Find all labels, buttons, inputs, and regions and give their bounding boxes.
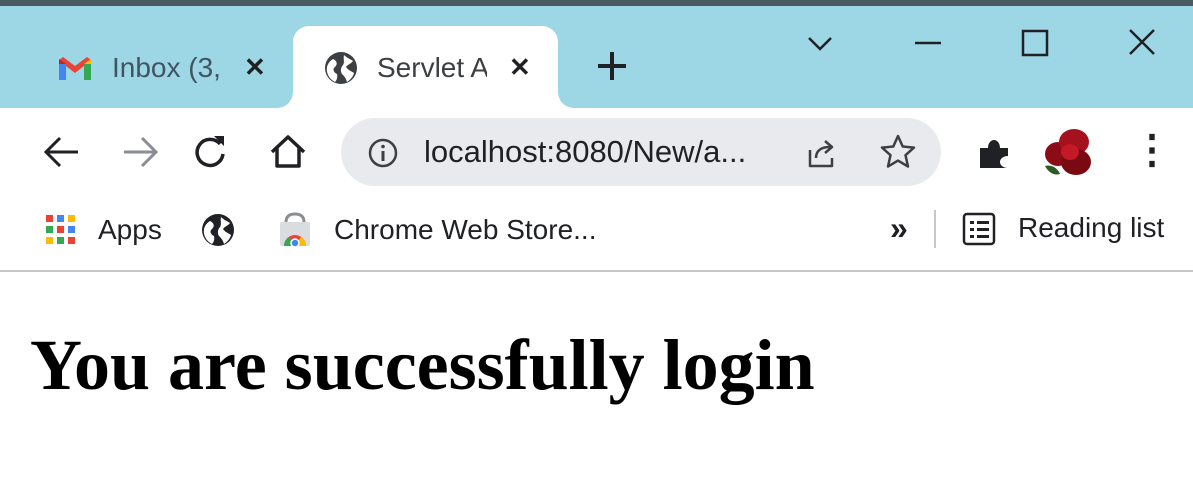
tab-search-button[interactable] bbox=[795, 24, 845, 64]
reload-icon bbox=[195, 136, 225, 168]
chrome-web-store-icon bbox=[280, 212, 310, 248]
back-button[interactable] bbox=[38, 128, 86, 176]
more-menu-icon[interactable]: ⋮ bbox=[1132, 130, 1172, 170]
minimize-icon bbox=[915, 41, 941, 45]
tab-servlet[interactable]: Servlet A ✕ bbox=[293, 26, 558, 108]
close-icon bbox=[1129, 29, 1155, 55]
reading-list-icon bbox=[962, 212, 996, 246]
minimize-button[interactable] bbox=[903, 24, 953, 64]
maximize-icon bbox=[1021, 29, 1049, 57]
bookmark-label: Apps bbox=[98, 214, 162, 245]
arrow-right-icon bbox=[124, 136, 159, 168]
plus-icon bbox=[598, 52, 626, 80]
globe-icon bbox=[325, 52, 357, 84]
forward-button[interactable] bbox=[116, 128, 164, 176]
tab-title: Inbox (3, bbox=[112, 52, 221, 83]
info-icon[interactable] bbox=[366, 136, 400, 170]
extensions-icon[interactable] bbox=[974, 134, 1014, 174]
page-heading: You are successfully login bbox=[30, 325, 815, 405]
reload-button[interactable] bbox=[186, 128, 234, 176]
gmail-icon bbox=[59, 57, 91, 80]
reading-list-label: Reading list bbox=[1018, 212, 1165, 243]
chevron-down-icon bbox=[808, 37, 832, 51]
arrow-left-icon bbox=[43, 136, 78, 168]
star-icon[interactable] bbox=[878, 132, 918, 172]
new-tab-button[interactable] bbox=[592, 46, 632, 86]
bookmarks-bar bbox=[0, 198, 1193, 272]
bookmark-label: Chrome Web Store... bbox=[334, 214, 597, 245]
home-icon bbox=[270, 135, 306, 168]
tab-inbox[interactable]: Inbox (3, ✕ bbox=[40, 26, 285, 108]
maximize-button[interactable] bbox=[1010, 24, 1060, 64]
url-text[interactable]: localhost:8080/New/a... bbox=[424, 134, 746, 170]
globe-icon[interactable] bbox=[200, 212, 236, 248]
close-window-button[interactable] bbox=[1118, 24, 1168, 64]
close-tab-icon[interactable]: ✕ bbox=[244, 54, 266, 80]
share-icon[interactable] bbox=[802, 134, 840, 172]
bookmarks-overflow-button[interactable]: » bbox=[890, 210, 908, 247]
close-tab-icon[interactable]: ✕ bbox=[509, 54, 531, 80]
bookmarks-divider bbox=[934, 210, 936, 248]
avatar[interactable] bbox=[1040, 124, 1098, 182]
apps-grid-icon bbox=[46, 215, 75, 244]
home-button[interactable] bbox=[264, 128, 312, 176]
window-frame-top bbox=[0, 0, 1193, 6]
tab-title: Servlet A bbox=[377, 52, 487, 83]
